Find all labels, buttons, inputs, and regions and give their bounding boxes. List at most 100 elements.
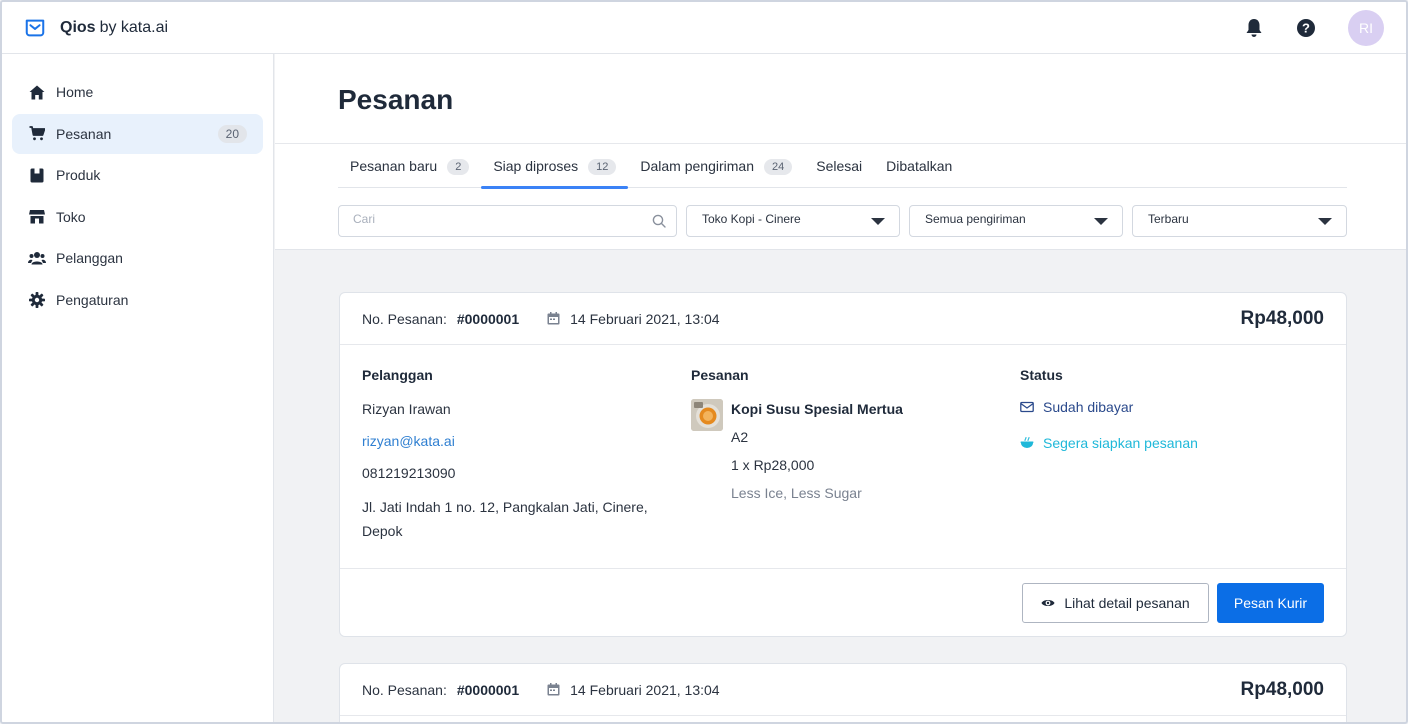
shipping-select[interactable]: Semua pengiriman <box>909 205 1123 237</box>
status-title: Status <box>1020 367 1063 383</box>
order-card: No. Pesanan: #0000001 14 Februari 2021, … <box>339 663 1347 722</box>
search-icon[interactable] <box>652 214 666 228</box>
order-number: #0000001 <box>456 310 520 327</box>
sidebar-item-label: Toko <box>56 208 86 225</box>
customer-phone: 081219213090 <box>362 465 456 481</box>
home-icon <box>28 83 46 101</box>
avatar[interactable]: RI <box>1348 10 1384 46</box>
tab-siap-diproses[interactable]: Siap diproses 12 <box>481 152 629 189</box>
chevron-down-icon <box>1094 218 1108 225</box>
order-item: Kopi Susu Spesial Mertua A2 1 x Rp28,000… <box>691 399 991 503</box>
sidebar-item-pengaturan[interactable]: Pengaturan <box>12 280 263 320</box>
order-number-label: No. Pesanan: <box>362 310 447 327</box>
tab-pesanan-baru[interactable]: Pesanan baru 2 <box>338 152 481 188</box>
order-date: 14 Februari 2021, 13:04 <box>570 310 720 327</box>
eye-icon <box>1041 600 1055 606</box>
status-section: Status Sudah dibayar Segera siapkan pesa… <box>1020 367 1320 451</box>
chevron-down-icon <box>1318 218 1332 225</box>
view-order-detail-button[interactable]: Lihat detail pesanan <box>1022 583 1209 623</box>
box-icon <box>28 166 46 184</box>
product-thumbnail <box>691 399 723 431</box>
users-icon <box>28 249 46 267</box>
status-prepare-label: Segera siapkan pesanan <box>1043 435 1198 451</box>
order-card: No. Pesanan: #0000001 14 Februari 2021, … <box>339 292 1347 637</box>
tab-dibatalkan[interactable]: Dibatalkan <box>874 152 964 188</box>
brand-suffix: by kata.ai <box>99 18 169 36</box>
sidebar-item-label: Home <box>56 84 94 100</box>
order-courier-button[interactable]: Pesan Kurir <box>1217 583 1324 623</box>
shipping-select-value: Semua pengiriman <box>925 212 1026 226</box>
sidebar-item-label: Pelanggan <box>56 250 123 267</box>
store-select[interactable]: Toko Kopi - Cinere <box>686 205 900 237</box>
food-icon <box>1020 436 1034 448</box>
tab-label: Siap diproses <box>493 158 579 174</box>
sort-select[interactable]: Terbaru <box>1132 205 1347 237</box>
help-icon[interactable]: ? <box>1296 18 1316 38</box>
view-order-detail-label: Lihat detail pesanan <box>1064 595 1190 611</box>
qios-logo-icon <box>25 19 45 36</box>
order-card-header: No. Pesanan: #0000001 14 Februari 2021, … <box>340 664 1346 716</box>
order-number: #0000001 <box>456 681 520 698</box>
search-field <box>338 205 677 237</box>
tab-label: Pesanan baru <box>350 158 438 174</box>
tab-count-badge: 2 <box>447 159 470 175</box>
customer-email-link[interactable]: rizyan@kata.ai <box>362 431 662 451</box>
status-prepare: Segera siapkan pesanan <box>1020 435 1320 451</box>
customer-section: Pelanggan Rizyan Irawan rizyan@kata.ai 0… <box>362 367 662 543</box>
customer-title: Pelanggan <box>362 367 433 383</box>
app-window: Qios by kata.ai ? RI Home Pesanan 20 Pro… <box>0 0 1408 724</box>
order-item-details: Kopi Susu Spesial Mertua A2 1 x Rp28,000… <box>731 399 903 503</box>
tab-dalam-pengiriman[interactable]: Dalam pengiriman 24 <box>628 152 804 188</box>
tab-label: Dalam pengiriman <box>640 158 754 174</box>
tab-label: Dibatalkan <box>886 158 953 174</box>
tab-label: Selesai <box>816 158 863 174</box>
sidebar-item-pesanan[interactable]: Pesanan 20 <box>12 113 263 154</box>
divider <box>275 143 1406 144</box>
chevron-down-icon <box>871 218 885 225</box>
sidebar-item-pelanggan[interactable]: Pelanggan <box>12 238 263 278</box>
search-input[interactable] <box>353 212 633 226</box>
money-icon <box>1020 401 1034 413</box>
main-header: Pesanan Pesanan baru 2 Siap diproses 12 … <box>275 54 1406 250</box>
sidebar-item-label: Pengaturan <box>56 291 129 308</box>
sidebar-item-toko[interactable]: Toko <box>12 197 263 237</box>
status-paid: Sudah dibayar <box>1020 399 1320 415</box>
order-date: 14 Februari 2021, 13:04 <box>570 681 720 698</box>
tab-selesai[interactable]: Selesai <box>804 152 874 188</box>
sidebar-item-label: Pesanan <box>56 125 112 142</box>
item-notes: Less Ice, Less Sugar <box>731 485 862 501</box>
calendar-icon <box>547 683 560 696</box>
sidebar-item-home[interactable]: Home <box>12 72 263 112</box>
top-actions: ? RI <box>1244 10 1384 46</box>
order-card-header: No. Pesanan: #0000001 14 Februari 2021, … <box>340 293 1346 345</box>
sidebar: Home Pesanan 20 Produk Toko Pelanggan Pe… <box>2 54 274 722</box>
page-title: Pesanan <box>338 84 454 115</box>
tab-count-badge: 24 <box>764 159 793 175</box>
top-bar: Qios by kata.ai ? RI <box>2 2 1406 54</box>
store-select-value: Toko Kopi - Cinere <box>702 212 801 226</box>
sidebar-item-label: Produk <box>56 167 101 184</box>
bell-icon[interactable] <box>1244 18 1264 38</box>
order-items-section: Pesanan Kopi Susu Spesial Mertua A2 1 x … <box>691 367 991 503</box>
gear-icon <box>28 291 46 309</box>
order-card-footer: Lihat detail pesanan Pesan Kurir <box>340 569 1346 636</box>
order-tabs: Pesanan baru 2 Siap diproses 12 Dalam pe… <box>338 152 1347 189</box>
sidebar-item-produk[interactable]: Produk <box>12 155 263 195</box>
order-card-body: Pelanggan Rizyan Irawan rizyan@kata.ai 0… <box>340 345 1346 569</box>
status-paid-label: Sudah dibayar <box>1043 399 1134 415</box>
svg-text:?: ? <box>1302 21 1310 36</box>
item-variant: A2 <box>731 429 749 445</box>
order-courier-label: Pesan Kurir <box>1233 595 1308 611</box>
order-items-title: Pesanan <box>691 367 749 383</box>
customer-address: Jl. Jati Indah 1 no. 12, Pangkalan Jati,… <box>362 499 648 539</box>
order-total: Rp48,000 <box>1240 307 1324 329</box>
store-icon <box>28 208 46 226</box>
tab-count-badge: 12 <box>588 159 617 175</box>
cart-icon <box>28 125 46 143</box>
brand-name: Qios <box>60 18 96 36</box>
count-badge: 20 <box>217 124 247 143</box>
order-number-label: No. Pesanan: <box>362 681 447 698</box>
item-qty-price: 1 x Rp28,000 <box>731 457 815 473</box>
calendar-icon <box>547 312 560 325</box>
brand[interactable]: Qios by kata.ai <box>24 17 168 39</box>
